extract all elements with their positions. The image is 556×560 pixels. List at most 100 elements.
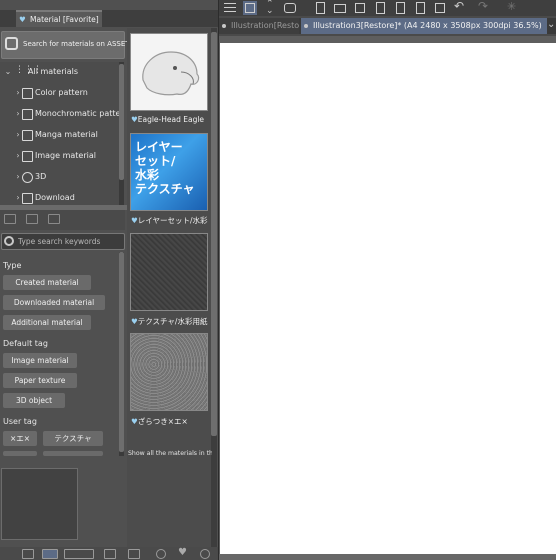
color-pattern-icon bbox=[22, 88, 33, 99]
copy-icon[interactable] bbox=[128, 549, 140, 559]
tags-scrollbar[interactable] bbox=[119, 252, 124, 456]
settings-icon[interactable] bbox=[200, 549, 210, 559]
thumbnail-scroll-thumb[interactable] bbox=[211, 32, 217, 436]
tag-additional-material[interactable]: Additional material bbox=[3, 315, 91, 330]
tree-item-label: All materials bbox=[28, 67, 79, 76]
heart-icon[interactable]: ♥ bbox=[178, 547, 187, 558]
tag-image-material[interactable]: Image material bbox=[3, 353, 77, 368]
tree-scroll-thumb[interactable] bbox=[119, 64, 124, 180]
chevron-right-icon[interactable]: › bbox=[14, 167, 22, 187]
chevron-right-icon[interactable]: › bbox=[14, 146, 22, 166]
search-field[interactable] bbox=[1, 233, 125, 250]
mono-pattern-icon bbox=[22, 109, 33, 120]
tag-paper-texture[interactable]: Paper texture bbox=[3, 373, 77, 388]
tree-item-all-materials[interactable]: ⌄ ⋮⋮⋮ All materials bbox=[0, 62, 120, 82]
material-tab-bar: ♥ Material [Favorite] bbox=[0, 10, 218, 27]
chevron-up-down-icon[interactable]: ⌃ ⌄ bbox=[263, 0, 277, 16]
tree-item-label: Color pattern bbox=[35, 88, 88, 97]
assets-button-label: Search for materials on ASSETS bbox=[23, 40, 134, 48]
tab-label: Illustration[Restore] bbox=[231, 21, 299, 30]
list-view-icon[interactable] bbox=[42, 549, 58, 559]
new-file-icon[interactable] bbox=[313, 1, 327, 15]
search-icon bbox=[4, 236, 14, 246]
new-folder-icon[interactable] bbox=[4, 214, 16, 224]
search-icon[interactable] bbox=[156, 549, 166, 559]
material-tab[interactable]: ♥ Material [Favorite] bbox=[16, 10, 102, 27]
tags-scroll-thumb[interactable] bbox=[119, 252, 124, 452]
thumbnail-texture-watercolor-paper[interactable] bbox=[130, 233, 208, 311]
material-icon[interactable] bbox=[283, 1, 297, 15]
document-tab-illustration3[interactable]: Illustration3[Restore]* (A4 2480 x 3508p… bbox=[301, 18, 547, 34]
tree-item-color-pattern[interactable]: › Color pattern bbox=[0, 83, 120, 103]
thumbnail-layer-set-watercolor[interactable]: レイヤー セット/ 水彩 テクスチャ bbox=[130, 133, 208, 211]
canvas-workspace: ⌃⌄ ↶ ↷ ✳ Illustration[Restore] Illustrat… bbox=[218, 0, 556, 560]
duplicate-folder-icon[interactable] bbox=[26, 214, 38, 224]
export-jpg-icon[interactable] bbox=[373, 1, 387, 15]
type-section-label: Type bbox=[3, 261, 22, 270]
tree-scrollbar[interactable] bbox=[119, 62, 124, 208]
command-bar: ⌃ ⌄ ↶ ↷ ✳ bbox=[219, 0, 556, 16]
menu-icon[interactable] bbox=[223, 1, 237, 15]
edit-folder-icon[interactable] bbox=[48, 214, 60, 224]
thumbnail-size-icon[interactable] bbox=[64, 549, 94, 559]
open-folder-icon[interactable] bbox=[333, 1, 347, 15]
sparkle-icon[interactable]: ✳ bbox=[505, 0, 519, 15]
thumbnail-scrollbar[interactable] bbox=[211, 28, 217, 560]
default-tag-section-label: Default tag bbox=[3, 339, 48, 348]
tab-list-chevron-icon[interactable]: ⌄ bbox=[547, 19, 555, 30]
chevron-right-icon[interactable]: › bbox=[14, 125, 22, 145]
assets-icon bbox=[5, 37, 18, 50]
export-png-icon[interactable] bbox=[393, 1, 407, 15]
thumbnail-rough-texture[interactable] bbox=[130, 333, 208, 411]
tag-user-4-partial[interactable] bbox=[43, 451, 103, 456]
thumbnail-image-text: レイヤー セット/ 水彩 テクスチャ bbox=[135, 140, 195, 196]
search-input[interactable] bbox=[18, 235, 122, 248]
tree-item-image-material[interactable]: › Image material bbox=[0, 146, 120, 166]
show-all-materials-text[interactable]: Show all the materials in the bbox=[128, 450, 212, 457]
tree-item-label: Manga material bbox=[35, 130, 98, 139]
canvas-area bbox=[219, 36, 556, 560]
print-icon[interactable] bbox=[433, 1, 447, 15]
redo-icon[interactable]: ↷ bbox=[477, 0, 491, 15]
edit-icon[interactable] bbox=[243, 1, 257, 15]
search-assets-button[interactable]: Search for materials on ASSETS bbox=[1, 31, 134, 59]
tag-downloaded-material[interactable]: Downloaded material bbox=[3, 295, 105, 310]
export-psd-icon[interactable] bbox=[413, 1, 427, 15]
tab-label: Illustration3[Restore]* (A4 2480 x 3508p… bbox=[313, 21, 542, 30]
save-icon[interactable] bbox=[353, 1, 367, 15]
chevron-down-icon[interactable]: ⌄ bbox=[4, 62, 12, 82]
canvas-status-strip bbox=[219, 554, 556, 560]
thumbnail-label: ♥レイヤーセット/水彩 bbox=[131, 216, 208, 225]
download-icon bbox=[22, 193, 33, 204]
heart-icon: ♥ bbox=[19, 15, 26, 24]
thumbnail-eagle-head[interactable] bbox=[130, 33, 208, 111]
manga-icon bbox=[22, 130, 33, 141]
eagle-head-image bbox=[142, 51, 200, 96]
tag-user-1[interactable]: ×エ× bbox=[3, 431, 37, 446]
material-tab-title: Material [Favorite] bbox=[30, 15, 99, 24]
tab-dot-icon bbox=[304, 24, 308, 28]
tree-item-label: Monochromatic pattern bbox=[35, 109, 120, 118]
material-preview-box bbox=[1, 468, 78, 540]
tab-dot-icon bbox=[222, 24, 226, 28]
tree-item-monochromatic-pattern[interactable]: › Monochromatic pattern bbox=[0, 104, 120, 124]
tree-item-label: 3D bbox=[35, 172, 47, 181]
tag-created-material[interactable]: Created material bbox=[3, 275, 91, 290]
tree-item-label: Image material bbox=[35, 151, 96, 160]
thumbnail-label: ♥Eagle-Head Eagle bbox=[131, 115, 205, 124]
tag-user-2[interactable]: テクスチャ bbox=[43, 431, 103, 446]
undo-icon[interactable]: ↶ bbox=[453, 0, 467, 15]
document-tab-illustration[interactable]: Illustration[Restore] bbox=[219, 18, 299, 34]
tree-item-3d[interactable]: › 3D bbox=[0, 167, 120, 187]
tag-3d-object[interactable]: 3D object bbox=[3, 393, 65, 408]
canvas-paper[interactable] bbox=[220, 43, 556, 554]
tree-item-manga-material[interactable]: › Manga material bbox=[0, 125, 120, 145]
checkbox-icon[interactable] bbox=[22, 549, 34, 559]
paste-icon[interactable] bbox=[104, 549, 116, 559]
tag-user-3-partial[interactable] bbox=[3, 451, 37, 456]
folder-toolbar bbox=[0, 210, 125, 230]
thumbnail-label: ♥ざらつき×エ× bbox=[131, 417, 188, 426]
chevron-right-icon[interactable]: › bbox=[14, 83, 22, 103]
chevron-right-icon[interactable]: › bbox=[14, 104, 22, 124]
material-tree: ⌄ ⋮⋮⋮ All materials › Color pattern › Mo… bbox=[0, 62, 120, 208]
